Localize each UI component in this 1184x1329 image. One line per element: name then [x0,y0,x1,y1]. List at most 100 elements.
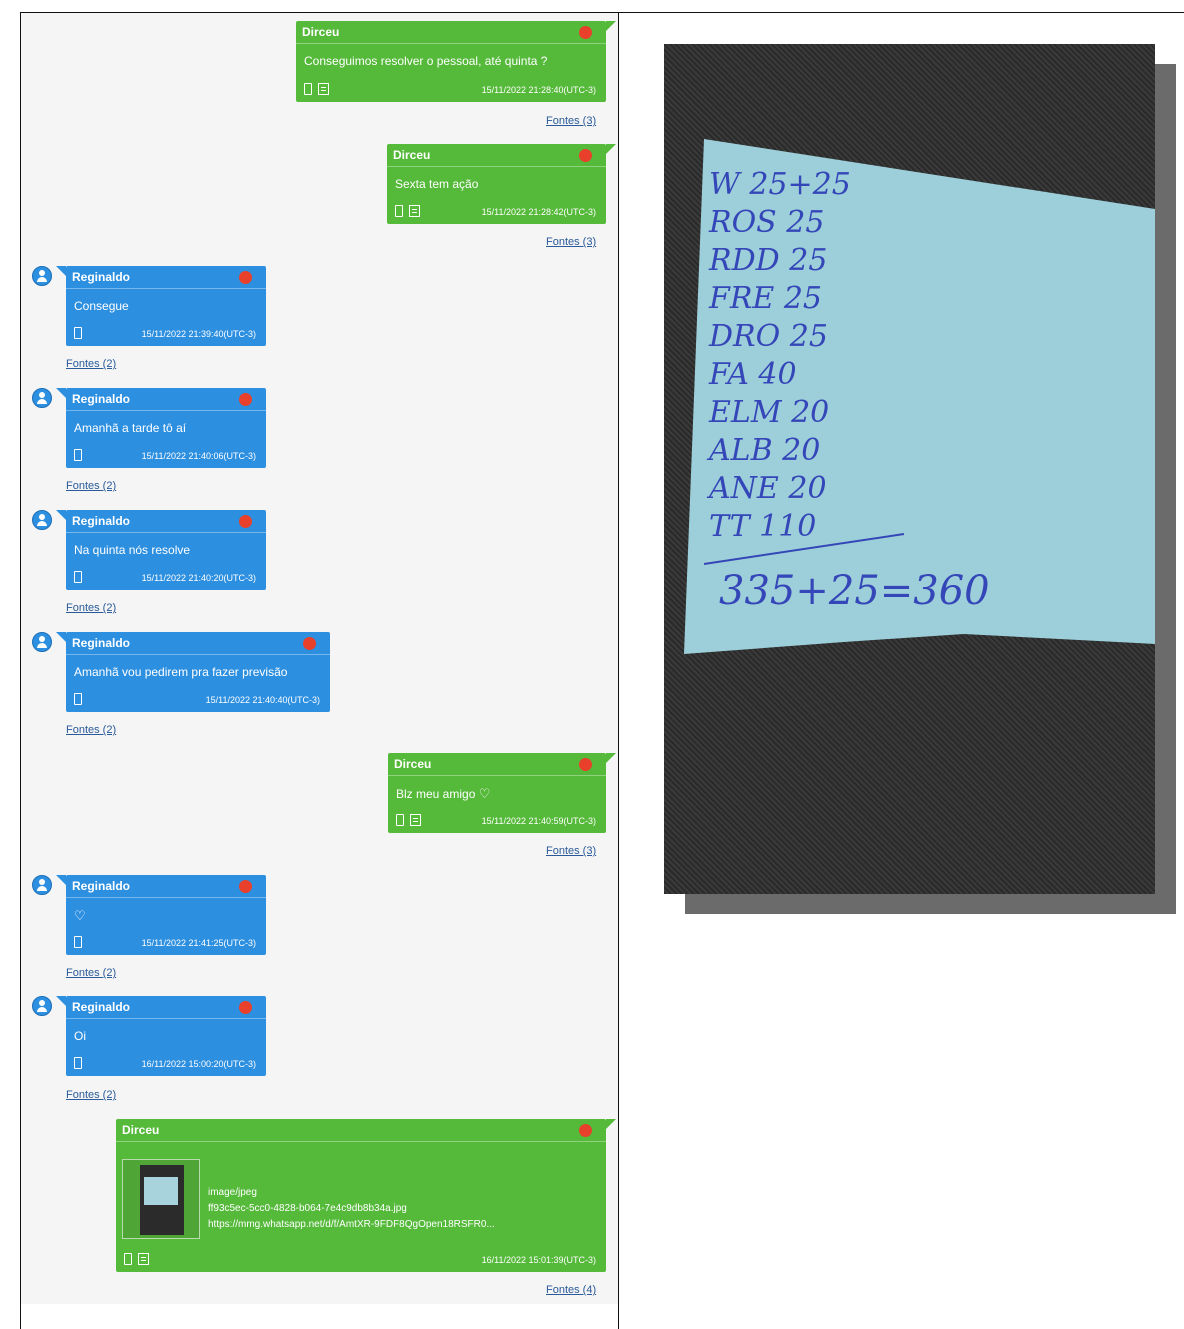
status-dot-icon [579,149,592,162]
message-icons [74,693,82,705]
message-timestamp: 15/11/2022 21:40:20(UTC-3) [141,573,256,583]
message-bubble[interactable]: Dirceu Blz meu amigo ♡ 15/11/2022 21:40:… [388,753,616,833]
message-text: ♡ [74,908,86,924]
divider [66,288,266,289]
sources-link[interactable]: Fontes (2) [66,967,116,979]
message-sender: Dirceu [394,757,432,771]
phone-icon [74,936,82,948]
attached-photo: W 25+25 ROS 25 RDD 25 FRE 25 DRO 25 FA 40 ELM … [664,44,1155,894]
message-icons [304,83,329,95]
note-line: 335+25=360 [719,568,990,614]
note-line: FRE 25 [708,281,822,316]
phone-icon [74,693,82,705]
divider [116,1141,606,1142]
document-icon [410,814,421,826]
contact-avatar-icon [32,875,52,895]
status-dot-icon [579,1124,592,1137]
divider [388,775,606,776]
message-timestamp: 15/11/2022 21:40:40(UTC-3) [205,695,320,705]
thumbnail-image [140,1165,184,1235]
message-bubble[interactable]: Dirceu image/jpeg ff93c5ec-5cc0-4828-b06… [116,1119,616,1272]
status-dot-icon [239,393,252,406]
note-line: ROS 25 [708,205,824,240]
attachment-url[interactable]: https://mmg.whatsapp.net/d/f/AmtXR-9FDF8… [208,1217,495,1233]
divider [387,166,606,167]
message-icons [395,205,420,217]
divider [66,654,330,655]
message-timestamp: 15/11/2022 21:28:42(UTC-3) [481,207,596,217]
message-text: Oi [74,1029,86,1043]
divider [66,532,266,533]
message-timestamp: 15/11/2022 21:40:59(UTC-3) [481,816,596,826]
divider [296,43,606,44]
message-bubble[interactable]: Reginaldo Amanhã a tarde tô aí 15/11/202… [56,388,266,468]
message-text: Na quinta nós resolve [74,543,191,557]
bubble-tail [56,632,66,642]
attachment-filename: ff93c5ec-5cc0-4828-b064-7e4c9db8b34a.jpg [208,1203,407,1214]
divider [66,1018,266,1019]
sources-link[interactable]: Fontes (2) [66,602,116,614]
message-bubble[interactable]: Reginaldo Na quinta nós resolve 15/11/20… [56,510,266,590]
note-line: RDD 25 [708,243,827,278]
note-line: TT 110 [709,509,816,544]
message-icons [74,327,82,339]
sources-link[interactable]: Fontes (2) [66,724,116,736]
sources-link[interactable]: Fontes (2) [66,1089,116,1101]
status-dot-icon [239,515,252,528]
document-icon [318,83,329,95]
status-dot-icon [239,271,252,284]
sources-link[interactable]: Fontes (2) [66,480,116,492]
message-bubble[interactable]: Dirceu Sexta tem ação 15/11/2022 21:28:4… [387,144,616,224]
status-dot-icon [303,637,316,650]
message-bubble[interactable]: Dirceu Conseguimos resolver o pessoal, a… [296,21,616,102]
note-line: ELM 20 [708,395,829,430]
bubble-tail [56,388,66,398]
status-dot-icon [239,880,252,893]
status-dot-icon [579,758,592,771]
photo-illustration: W 25+25ROS 25RDD 25FRE 25DRO 25FA 40ELM … [684,139,1155,654]
note-line: ANE 20 [706,471,827,506]
sources-link[interactable]: Fontes (3) [546,845,596,857]
message-text: Consegue [74,299,129,313]
message-sender: Reginaldo [72,514,131,528]
frame-divider [618,12,619,1329]
message-text: Conseguimos resolver o pessoal, até quin… [304,54,548,68]
message-sender: Reginaldo [72,392,131,406]
sources-link[interactable]: Fontes (4) [546,1284,596,1296]
attachment-type: image/jpeg [208,1187,257,1198]
heart-emoji-icon: ♡ [478,786,491,801]
message-sender: Reginaldo [72,270,131,284]
phone-icon [74,571,82,583]
message-timestamp: 16/11/2022 15:01:39(UTC-3) [481,1255,596,1265]
bubble-tail [606,21,616,31]
message-bubble[interactable]: Reginaldo ♡ 15/11/2022 21:41:25(UTC-3) [56,875,266,955]
bubble-tail [606,753,616,763]
status-dot-icon [579,26,592,39]
message-bubble[interactable]: Reginaldo Oi 16/11/2022 15:00:20(UTC-3) [56,996,266,1076]
status-dot-icon [239,1001,252,1014]
contact-avatar-icon [32,510,52,530]
sources-link[interactable]: Fontes (3) [546,115,596,127]
message-timestamp: 15/11/2022 21:28:40(UTC-3) [481,85,596,95]
message-bubble[interactable]: Reginaldo Consegue 15/11/2022 21:39:40(U… [56,266,266,346]
bubble-tail [56,875,66,885]
attachment-thumbnail[interactable] [122,1159,200,1239]
sources-link[interactable]: Fontes (2) [66,358,116,370]
note-line: W 25+25 [709,167,851,202]
document-icon [138,1253,149,1265]
message-text: Amanhã vou pedirem pra fazer previsão [74,665,288,679]
contact-avatar-icon [32,996,52,1016]
contact-avatar-icon [32,632,52,652]
message-icons [396,814,421,826]
message-text: Blz meu amigo ♡ [396,786,490,802]
bubble-tail [56,510,66,520]
message-sender: Reginaldo [72,636,131,650]
message-sender: Reginaldo [72,1000,131,1014]
note-line: DRO 25 [708,319,828,354]
bubble-tail [606,144,616,154]
phone-icon [396,814,404,826]
sources-link[interactable]: Fontes (3) [546,236,596,248]
phone-icon [74,327,82,339]
message-bubble[interactable]: Reginaldo Amanhã vou pedirem pra fazer p… [56,632,330,712]
message-icons [74,449,82,461]
